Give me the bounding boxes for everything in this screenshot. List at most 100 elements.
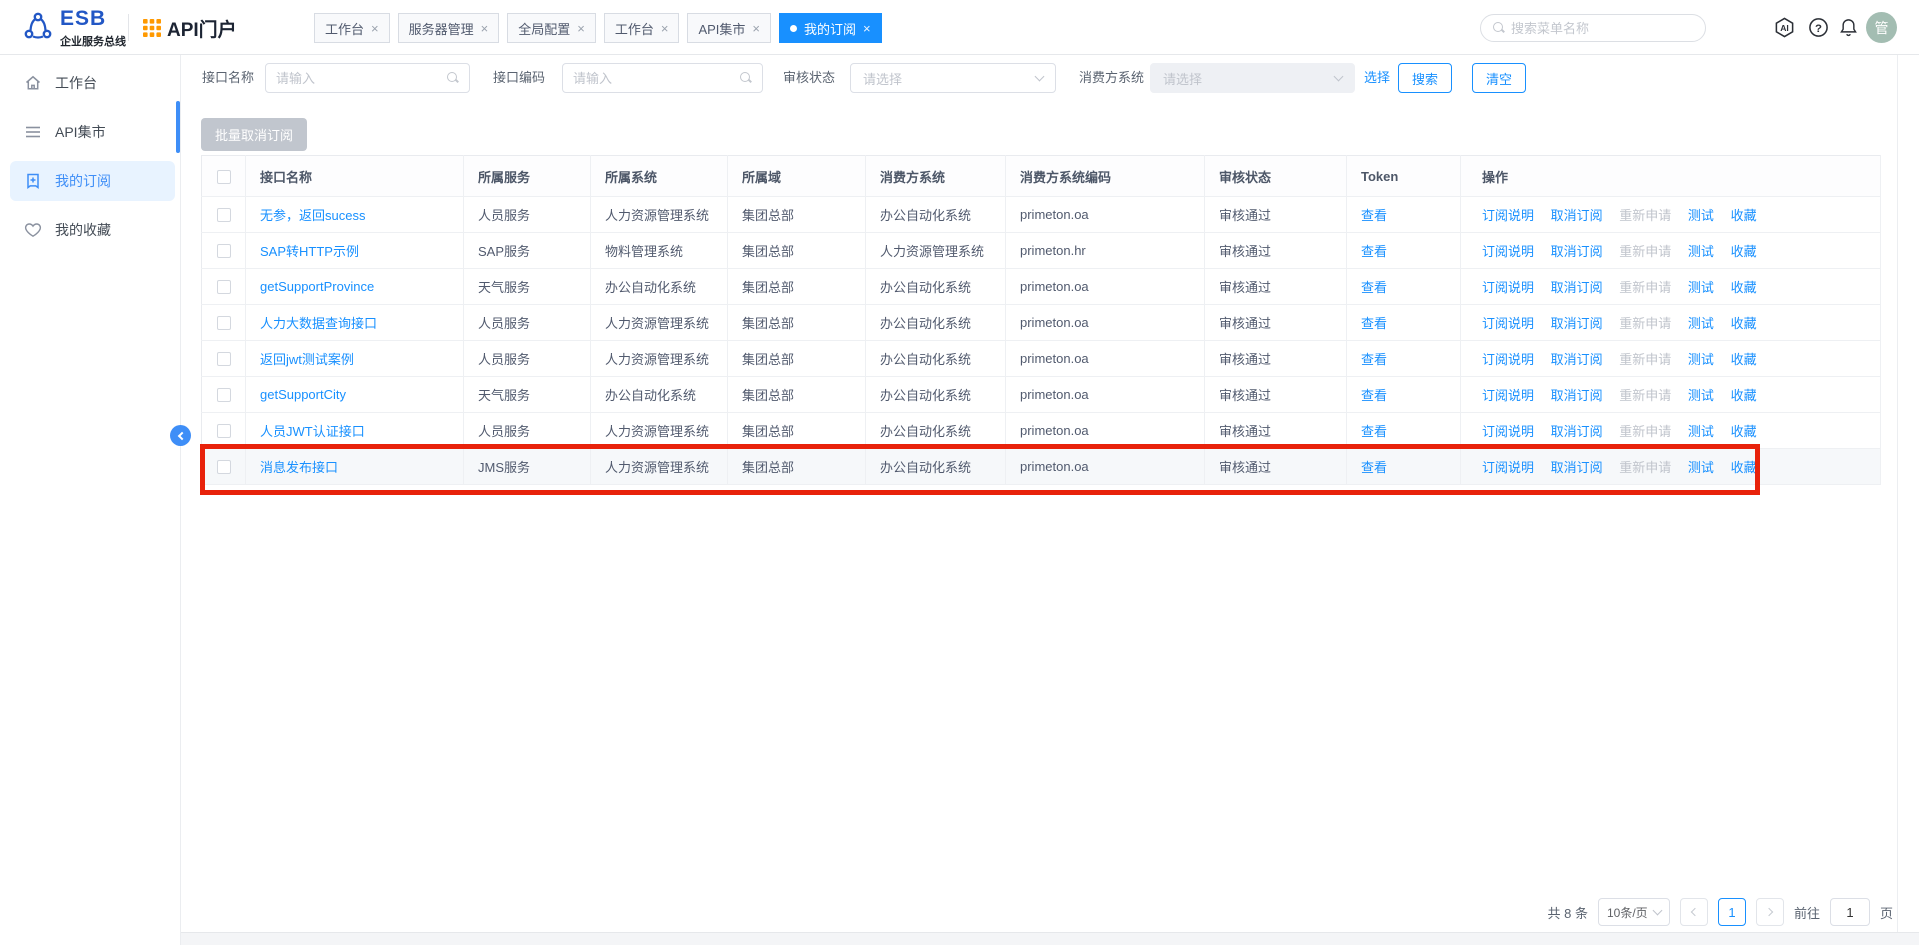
unsubscribe-link[interactable]: 取消订阅 — [1551, 460, 1603, 475]
interface-name-link[interactable]: getSupportProvince — [260, 279, 374, 294]
unsubscribe-link[interactable]: 取消订阅 — [1551, 208, 1603, 223]
unsubscribe-link[interactable]: 取消订阅 — [1551, 424, 1603, 439]
row-checkbox[interactable] — [217, 244, 231, 258]
reapply-link[interactable]: 重新申请 — [1619, 244, 1671, 259]
favorite-link[interactable]: 收藏 — [1731, 208, 1757, 223]
goto-page-input[interactable] — [1830, 898, 1870, 926]
help-icon[interactable]: ? — [1808, 17, 1829, 38]
tab-workbench-2[interactable]: 工作台 × — [604, 13, 680, 43]
row-checkbox[interactable] — [217, 460, 231, 474]
tab-global-config[interactable]: 全局配置 × — [507, 13, 596, 43]
interface-code-input[interactable] — [573, 71, 740, 86]
consumer-system-select[interactable]: 请选择 — [1150, 63, 1355, 93]
favorite-link[interactable]: 收藏 — [1731, 424, 1757, 439]
subscription-info-link[interactable]: 订阅说明 — [1482, 244, 1534, 259]
sidebar-item-my-subscriptions[interactable]: 我的订阅 — [10, 161, 175, 201]
subscription-info-link[interactable]: 订阅说明 — [1482, 424, 1534, 439]
test-link[interactable]: 测试 — [1688, 424, 1714, 439]
favorite-link[interactable]: 收藏 — [1731, 316, 1757, 331]
row-checkbox[interactable] — [217, 352, 231, 366]
tab-api-market[interactable]: API集市 × — [687, 13, 771, 43]
favorite-link[interactable]: 收藏 — [1731, 352, 1757, 367]
interface-name-link[interactable]: SAP转HTTP示例 — [260, 244, 359, 259]
favorite-link[interactable]: 收藏 — [1731, 460, 1757, 475]
sidebar-item-workbench[interactable]: 工作台 — [10, 63, 175, 103]
tab-my-subscriptions[interactable]: 我的订阅 × — [779, 13, 882, 43]
close-icon[interactable]: × — [371, 22, 379, 35]
token-view-link[interactable]: 查看 — [1361, 424, 1387, 439]
token-view-link[interactable]: 查看 — [1361, 280, 1387, 295]
clear-button[interactable]: 清空 — [1472, 63, 1526, 93]
unsubscribe-link[interactable]: 取消订阅 — [1551, 244, 1603, 259]
close-icon[interactable]: × — [577, 22, 585, 35]
row-checkbox[interactable] — [217, 388, 231, 402]
interface-name-link[interactable]: 无参，返回sucess — [260, 208, 365, 223]
token-view-link[interactable]: 查看 — [1361, 388, 1387, 403]
test-link[interactable]: 测试 — [1688, 352, 1714, 367]
subscription-info-link[interactable]: 订阅说明 — [1482, 460, 1534, 475]
sidebar-item-api-market[interactable]: API集市 — [10, 112, 175, 152]
test-link[interactable]: 测试 — [1688, 244, 1714, 259]
interface-name-link[interactable]: 消息发布接口 — [260, 460, 338, 475]
close-icon[interactable]: × — [661, 22, 669, 35]
interface-name-link[interactable]: 返回jwt测试案例 — [260, 352, 354, 367]
token-view-link[interactable]: 查看 — [1361, 244, 1387, 259]
subscription-info-link[interactable]: 订阅说明 — [1482, 388, 1534, 403]
reapply-link[interactable]: 重新申请 — [1619, 424, 1671, 439]
sidebar-scrollbar-thumb[interactable] — [176, 101, 180, 153]
batch-unsubscribe-button[interactable]: 批量取消订阅 — [201, 118, 307, 151]
token-view-link[interactable]: 查看 — [1361, 460, 1387, 475]
test-link[interactable]: 测试 — [1688, 316, 1714, 331]
unsubscribe-link[interactable]: 取消订阅 — [1551, 316, 1603, 331]
reapply-link[interactable]: 重新申请 — [1619, 388, 1671, 403]
subscription-info-link[interactable]: 订阅说明 — [1482, 352, 1534, 367]
row-checkbox[interactable] — [217, 316, 231, 330]
page-size-select[interactable]: 10条/页 — [1598, 898, 1670, 926]
reapply-link[interactable]: 重新申请 — [1619, 460, 1671, 475]
unsubscribe-link[interactable]: 取消订阅 — [1551, 280, 1603, 295]
choose-link[interactable]: 选择 — [1364, 63, 1390, 93]
collapse-sidebar-button[interactable] — [170, 425, 191, 446]
token-view-link[interactable]: 查看 — [1361, 352, 1387, 367]
tab-workbench-1[interactable]: 工作台 × — [314, 13, 390, 43]
page-number-1[interactable]: 1 — [1718, 898, 1746, 926]
favorite-link[interactable]: 收藏 — [1731, 280, 1757, 295]
sidebar-item-my-favorites[interactable]: 我的收藏 — [10, 210, 175, 250]
next-page-button[interactable] — [1756, 898, 1784, 926]
select-all-checkbox[interactable] — [217, 170, 231, 184]
test-link[interactable]: 测试 — [1688, 460, 1714, 475]
close-icon[interactable]: × — [481, 22, 489, 35]
reapply-link[interactable]: 重新申请 — [1619, 352, 1671, 367]
interface-name-link[interactable]: 人力大数据查询接口 — [260, 316, 377, 331]
row-checkbox[interactable] — [217, 280, 231, 294]
unsubscribe-link[interactable]: 取消订阅 — [1551, 352, 1603, 367]
favorite-link[interactable]: 收藏 — [1731, 244, 1757, 259]
close-icon[interactable]: × — [863, 22, 871, 35]
reapply-link[interactable]: 重新申请 — [1619, 316, 1671, 331]
row-checkbox[interactable] — [217, 208, 231, 222]
tab-server-management[interactable]: 服务器管理 × — [398, 13, 500, 43]
subscription-info-link[interactable]: 订阅说明 — [1482, 280, 1534, 295]
close-icon[interactable]: × — [752, 22, 760, 35]
menu-search-input[interactable] — [1511, 21, 1693, 36]
favorite-link[interactable]: 收藏 — [1731, 388, 1757, 403]
interface-name-input[interactable] — [276, 71, 447, 86]
audit-status-select[interactable]: 请选择 — [850, 63, 1056, 93]
prev-page-button[interactable] — [1680, 898, 1708, 926]
row-checkbox[interactable] — [217, 424, 231, 438]
test-link[interactable]: 测试 — [1688, 388, 1714, 403]
ai-assistant-icon[interactable]: AI — [1774, 17, 1795, 38]
test-link[interactable]: 测试 — [1688, 280, 1714, 295]
user-avatar[interactable]: 管 — [1866, 12, 1897, 43]
token-view-link[interactable]: 查看 — [1361, 208, 1387, 223]
subscription-info-link[interactable]: 订阅说明 — [1482, 316, 1534, 331]
notification-bell-icon[interactable] — [1838, 17, 1859, 38]
interface-name-link[interactable]: getSupportCity — [260, 387, 346, 402]
unsubscribe-link[interactable]: 取消订阅 — [1551, 388, 1603, 403]
reapply-link[interactable]: 重新申请 — [1619, 208, 1671, 223]
token-view-link[interactable]: 查看 — [1361, 316, 1387, 331]
reapply-link[interactable]: 重新申请 — [1619, 280, 1671, 295]
test-link[interactable]: 测试 — [1688, 208, 1714, 223]
search-button[interactable]: 搜索 — [1398, 63, 1452, 93]
subscription-info-link[interactable]: 订阅说明 — [1482, 208, 1534, 223]
